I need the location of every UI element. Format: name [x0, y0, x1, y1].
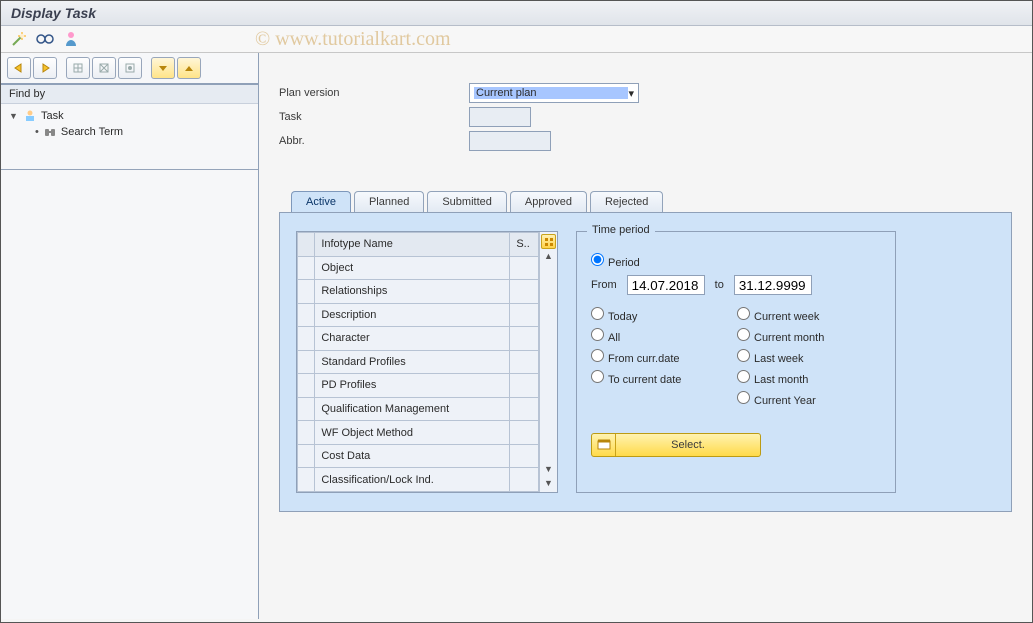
nav-forward-button[interactable]	[33, 57, 57, 79]
task-label: Task	[279, 111, 469, 123]
tab-panel: Infotype Name S.. Object Relationships D…	[279, 212, 1012, 512]
scroll-down-icon[interactable]: ▼	[542, 462, 555, 476]
page-title: Display Task	[11, 5, 96, 21]
time-period-title: Time period	[587, 224, 655, 236]
scroll-down2-icon[interactable]: ▼	[542, 476, 555, 490]
radio-from-curr-date[interactable]: From curr.date	[591, 349, 731, 365]
radio-last-month[interactable]: Last month	[737, 370, 877, 386]
from-to-row: From to	[591, 275, 881, 295]
col-s[interactable]: S..	[510, 233, 539, 257]
radio-to-current-date[interactable]: To current date	[591, 370, 731, 386]
nav-tool3-button[interactable]	[118, 57, 142, 79]
table-row[interactable]: Qualification Management	[298, 397, 539, 421]
radio-today[interactable]: Today	[591, 307, 731, 323]
field-abbr: Abbr.	[279, 131, 1012, 151]
table-row[interactable]: Standard Profiles	[298, 350, 539, 374]
abbr-label: Abbr.	[279, 135, 469, 147]
wand-icon[interactable]	[9, 30, 29, 48]
chevron-down-icon: ▾	[628, 87, 634, 100]
table-row[interactable]: Classification/Lock Ind.	[298, 468, 539, 492]
nav-expand-button[interactable]	[151, 57, 175, 79]
select-button-label: Select.	[616, 439, 760, 451]
tab-planned[interactable]: Planned	[354, 191, 424, 212]
tree-root-task[interactable]: ▼ Task	[7, 108, 252, 124]
plan-version-label: Plan version	[279, 87, 469, 99]
nav-tree: ▼ Task • Search Term	[1, 104, 258, 170]
content-area: Plan version Current plan ▾ Task Abbr. A…	[259, 53, 1032, 619]
radio-all[interactable]: All	[591, 328, 731, 344]
select-icon	[592, 434, 616, 456]
tree-child-label: Search Term	[61, 126, 123, 138]
tab-submitted[interactable]: Submitted	[427, 191, 507, 212]
infotype-table-wrap: Infotype Name S.. Object Relationships D…	[296, 231, 558, 493]
tabstrip: Active Planned Submitted Approved Reject…	[279, 191, 1012, 212]
table-row[interactable]: Description	[298, 303, 539, 327]
table-row[interactable]: Character	[298, 327, 539, 351]
to-label: to	[715, 279, 724, 291]
table-row[interactable]: Cost Data	[298, 444, 539, 468]
select-button[interactable]: Select.	[591, 433, 761, 457]
to-date-input[interactable]	[734, 275, 812, 295]
infotype-table: Infotype Name S.. Object Relationships D…	[297, 232, 539, 492]
radio-current-year[interactable]: Current Year	[737, 391, 877, 407]
scroll-up-icon[interactable]: ▲	[542, 249, 555, 263]
table-row[interactable]: WF Object Method	[298, 421, 539, 445]
from-label: From	[591, 279, 617, 291]
bullet-icon: •	[35, 126, 39, 138]
tab-rejected[interactable]: Rejected	[590, 191, 663, 212]
task-input[interactable]	[469, 107, 531, 127]
time-period-group: Time period Period From to Today Current…	[576, 231, 896, 493]
findby-header: Find by	[1, 85, 258, 104]
table-row[interactable]: PD Profiles	[298, 374, 539, 398]
field-plan-version: Plan version Current plan ▾	[279, 83, 1012, 103]
nav-tool2-button[interactable]	[92, 57, 116, 79]
tab-approved[interactable]: Approved	[510, 191, 587, 212]
radio-period[interactable]: Period	[591, 253, 731, 269]
plan-version-select[interactable]: Current plan ▾	[469, 83, 639, 103]
table-scrollbar[interactable]: ▲ ▼ ▼	[539, 232, 557, 492]
tree-root-label: Task	[41, 110, 64, 122]
nav-tool1-button[interactable]	[66, 57, 90, 79]
sidebar: Find by ▼ Task • Search Term	[1, 53, 259, 619]
nav-toolbar	[1, 53, 258, 85]
tree-child-search-term[interactable]: • Search Term	[7, 124, 252, 140]
from-date-input[interactable]	[627, 275, 705, 295]
glasses-icon[interactable]	[35, 30, 55, 48]
task-node-icon	[23, 109, 37, 123]
table-settings-icon[interactable]	[541, 234, 556, 249]
table-row[interactable]: Object	[298, 256, 539, 280]
col-infotype-name[interactable]: Infotype Name	[315, 233, 510, 257]
radio-current-month[interactable]: Current month	[737, 328, 877, 344]
nav-back-button[interactable]	[7, 57, 31, 79]
title-bar: Display Task	[1, 1, 1032, 26]
radio-last-week[interactable]: Last week	[737, 349, 877, 365]
person-icon[interactable]	[61, 30, 81, 48]
app-toolbar	[1, 26, 1032, 53]
caret-down-icon: ▼	[9, 111, 19, 121]
binoculars-icon	[43, 125, 57, 139]
row-selector-header[interactable]	[298, 233, 315, 257]
table-row[interactable]: Relationships	[298, 280, 539, 304]
abbr-input[interactable]	[469, 131, 551, 151]
field-task: Task	[279, 107, 1012, 127]
radio-current-week[interactable]: Current week	[737, 307, 877, 323]
nav-collapse-button[interactable]	[177, 57, 201, 79]
plan-version-value: Current plan	[474, 87, 628, 99]
tab-active[interactable]: Active	[291, 191, 351, 212]
main-area: Find by ▼ Task • Search Term Plan versio…	[1, 53, 1032, 619]
